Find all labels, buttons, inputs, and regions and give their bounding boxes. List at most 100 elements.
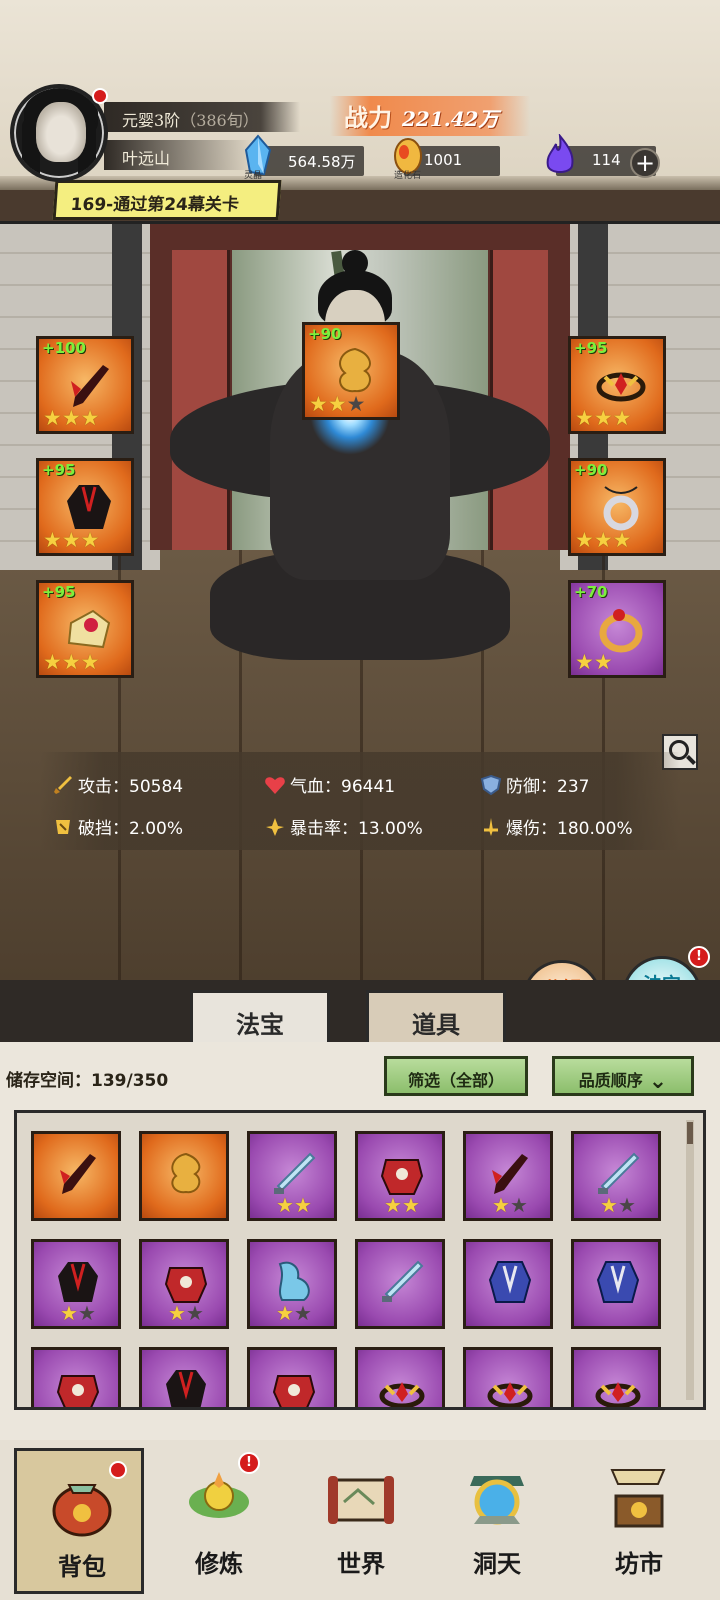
- star-filled-icon: ★: [401, 1193, 420, 1217]
- purple-flame-icon: [546, 134, 574, 173]
- ice-sword-icon: [274, 1152, 316, 1194]
- enhance-level: +100: [42, 339, 86, 357]
- inventory-item[interactable]: [247, 1347, 337, 1407]
- nav-market[interactable]: 坊市: [574, 1448, 704, 1594]
- inventory-item[interactable]: ★★: [247, 1131, 337, 1221]
- stat-crit-rate: 暴击率：13.00%: [264, 814, 423, 839]
- black-robe-icon: [58, 1262, 98, 1302]
- resource-creation-stone[interactable]: 造化石 1001: [394, 138, 500, 181]
- nav-world[interactable]: 世界: [296, 1448, 426, 1594]
- inventory-item[interactable]: ★★: [463, 1131, 553, 1221]
- inventory-item[interactable]: [571, 1239, 661, 1329]
- equip-slot-robe[interactable]: +95 ★★★: [36, 458, 134, 556]
- black-robe-icon: [67, 485, 111, 529]
- equip-slot-weapon[interactable]: +100 ★★★: [36, 336, 134, 434]
- inventory-item[interactable]: [463, 1347, 553, 1407]
- storage-label: 储存空间：: [6, 1071, 91, 1091]
- add-resource-button[interactable]: +: [630, 148, 660, 178]
- star-filled-icon: ★: [168, 1301, 186, 1325]
- star-rating: ★★: [276, 1194, 312, 1216]
- resource-value: 114: [592, 151, 621, 169]
- equip-slot-boots[interactable]: +95 ★★★: [36, 580, 134, 678]
- star-empty-icon: ★: [346, 392, 366, 416]
- stat-value: 237: [557, 777, 590, 797]
- star-empty-icon: ★: [185, 1301, 204, 1325]
- inventory-grid-container[interactable]: ★★ ★★ ★★ ★★ ★★ ★★ ★★: [14, 1110, 706, 1410]
- tab-treasure[interactable]: 法宝: [190, 990, 330, 1046]
- inventory-item[interactable]: ★★: [571, 1131, 661, 1221]
- star-rating: ★★★: [309, 393, 365, 415]
- stat-label: 气血：: [290, 777, 341, 797]
- black-robe-icon: [166, 1370, 206, 1407]
- enhance-level: +95: [574, 339, 608, 357]
- red-armor-icon: [56, 1375, 100, 1407]
- inventory-item[interactable]: [571, 1347, 661, 1407]
- resource-value: 1001: [424, 151, 463, 169]
- scroll-map-icon: [328, 1476, 394, 1524]
- crown-icon: [595, 1382, 641, 1407]
- stat-hp: 气血：96441: [264, 772, 395, 797]
- crown-icon: [596, 372, 646, 402]
- inventory-item[interactable]: [355, 1347, 445, 1407]
- inventory-item[interactable]: ★★: [247, 1239, 337, 1329]
- quest-banner[interactable]: 169-通过第24幕关卡: [52, 180, 282, 220]
- sort-label: 品质顺序: [578, 1071, 643, 1090]
- filter-button[interactable]: 筛选（全部）: [384, 1056, 528, 1096]
- nav-label: 修炼: [195, 1549, 243, 1578]
- star-filled-icon: ★: [612, 406, 632, 430]
- star-filled-icon: ★: [43, 650, 62, 674]
- stat-value: 2.00%: [129, 819, 184, 839]
- star-filled-icon: ★: [593, 528, 613, 552]
- stat-label: 暴击率：: [290, 819, 358, 839]
- crown-icon: [379, 1382, 425, 1407]
- storage-capacity: 储存空间：139/350: [6, 1066, 168, 1091]
- star-filled-icon: ★: [612, 528, 632, 552]
- ice-sword-icon: [382, 1260, 424, 1302]
- equip-slot-talisman[interactable]: +90 ★★★: [302, 322, 400, 420]
- nav-label: 坊市: [615, 1549, 663, 1578]
- equip-slot-pendant[interactable]: +90 ★★★: [568, 458, 666, 556]
- inventory-item[interactable]: [355, 1239, 445, 1329]
- star-rating: ★★★: [43, 651, 99, 673]
- nav-bag[interactable]: 背包: [14, 1448, 144, 1594]
- sort-dropdown[interactable]: 品质顺序 ⌄: [552, 1056, 694, 1096]
- realm-text: 元婴3阶: [122, 111, 181, 130]
- chevron-down-icon: ⌄: [648, 1069, 668, 1094]
- inventory-item[interactable]: ★★: [31, 1239, 121, 1329]
- inventory-item[interactable]: ★★: [355, 1131, 445, 1221]
- jade-boot-icon: [67, 609, 111, 649]
- equip-slot-crown[interactable]: +95 ★★★: [568, 336, 666, 434]
- sword-icon: [54, 776, 72, 794]
- blue-robe-icon: [596, 1261, 640, 1303]
- inventory-item[interactable]: ★★: [139, 1239, 229, 1329]
- crown-icon: [487, 1382, 533, 1407]
- equip-slot-ring[interactable]: +70 ★★: [568, 580, 666, 678]
- nav-cave[interactable]: 洞天: [432, 1448, 562, 1594]
- stat-value: 96441: [341, 777, 396, 797]
- star-rating: ★★★: [575, 407, 631, 429]
- star-rating: ★★: [60, 1302, 96, 1324]
- scrollbar-thumb[interactable]: [687, 1122, 693, 1144]
- inventory-scrollbar[interactable]: [686, 1120, 694, 1400]
- golden-cloud-icon: [339, 347, 371, 393]
- nav-cultivate[interactable]: ! 修炼: [154, 1448, 284, 1594]
- star-empty-icon: ★: [293, 1301, 312, 1325]
- enhance-level: +95: [42, 461, 76, 479]
- resource-spirit-crystal[interactable]: 灵晶 564.58万: [244, 134, 364, 181]
- stat-crit-damage: 爆伤：180.00%: [480, 814, 633, 839]
- inventory-item[interactable]: [139, 1347, 229, 1407]
- inventory-item[interactable]: [31, 1347, 121, 1407]
- red-armor-icon: [164, 1267, 208, 1303]
- storage-value: 139/350: [91, 1071, 169, 1091]
- red-armor-icon: [272, 1375, 316, 1407]
- break-icon: [56, 820, 70, 834]
- tab-items[interactable]: 道具: [366, 990, 506, 1046]
- inventory-item[interactable]: [139, 1131, 229, 1221]
- star-filled-icon: ★: [575, 650, 594, 674]
- nav-label: 世界: [337, 1549, 385, 1578]
- inventory-item[interactable]: [31, 1131, 121, 1221]
- resource-value: 564.58万: [288, 153, 356, 171]
- star-rating: ★★★: [43, 407, 99, 429]
- red-blade-icon: [71, 365, 109, 407]
- inventory-item[interactable]: [463, 1239, 553, 1329]
